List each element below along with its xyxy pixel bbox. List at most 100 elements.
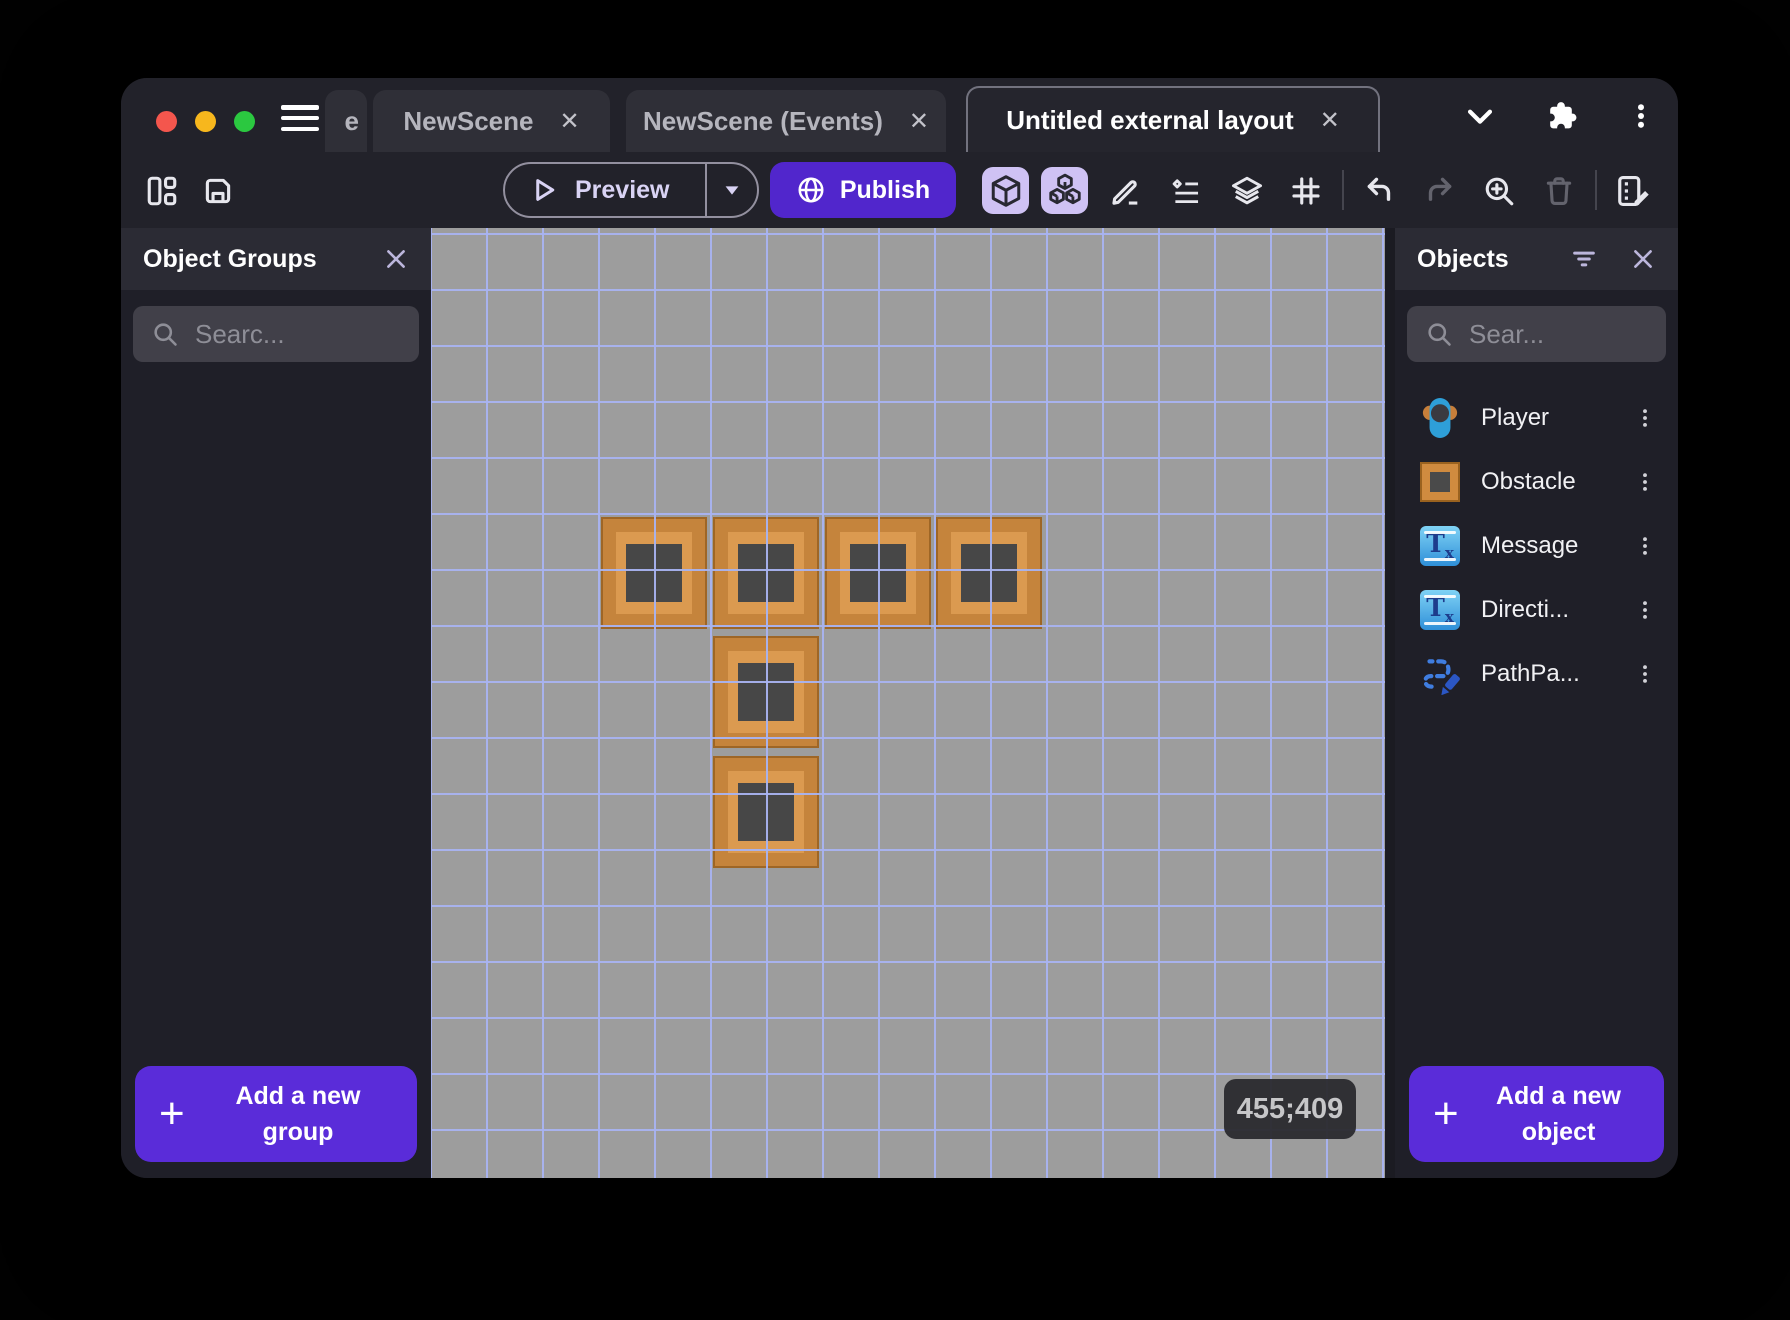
edit-events-icon[interactable] (1615, 172, 1653, 210)
trash-icon[interactable] (1540, 172, 1578, 210)
tab-newscene[interactable]: NewScene ✕ (373, 90, 610, 152)
content-area: Object Groups + Add a new group (121, 228, 1678, 1178)
obstacle-instance-core (850, 544, 906, 602)
objects-search[interactable] (1407, 306, 1666, 362)
objects-list: Player Obstacle Tx Message Tx Directi...… (1395, 362, 1678, 706)
obstacle-instance-body (951, 532, 1027, 614)
grid-icon[interactable] (1287, 172, 1325, 210)
close-panel-icon[interactable] (1630, 246, 1656, 272)
objects-search-input[interactable] (1469, 318, 1648, 350)
maximize-window-button[interactable] (234, 111, 255, 132)
player-sprite-icon (1417, 396, 1463, 440)
objects-title: Objects (1417, 244, 1509, 273)
text-object-icon: Tx (1417, 588, 1463, 632)
obstacle-instance-core (738, 783, 794, 841)
object-row-pathpaint[interactable]: PathPa... (1395, 642, 1678, 706)
add-group-button[interactable]: + Add a new group (135, 1066, 417, 1162)
main-menu-icon[interactable] (281, 105, 319, 131)
obstacle-instance-body (728, 771, 804, 853)
object-row-obstacle[interactable]: Obstacle (1395, 450, 1678, 514)
obstacle-instance-core (738, 663, 794, 721)
tab-close-icon[interactable]: ✕ (909, 107, 929, 136)
preview-dropdown-caret[interactable] (707, 179, 757, 201)
scene-canvas[interactable]: 455;409 (431, 228, 1385, 1178)
search-icon (154, 323, 177, 346)
layers-icon[interactable] (1228, 172, 1266, 210)
object-groups-title: Object Groups (143, 244, 317, 273)
object-groups-header: Object Groups (121, 228, 431, 290)
instances-mode-button[interactable] (1041, 167, 1088, 214)
objects-empty-area (1395, 706, 1678, 1066)
panels-layout-icon[interactable] (143, 172, 181, 210)
object-menu-icon[interactable] (1634, 535, 1656, 557)
obstacle-instance[interactable] (936, 517, 1042, 629)
object-groups-panel: Object Groups + Add a new group (121, 228, 431, 1178)
obstacle-instance[interactable] (713, 756, 819, 868)
minimize-window-button[interactable] (195, 111, 216, 132)
object-menu-icon[interactable] (1634, 599, 1656, 621)
tab-label: NewScene (403, 105, 534, 136)
object-menu-icon[interactable] (1634, 663, 1656, 685)
preview-button-main[interactable]: Preview (505, 175, 705, 205)
tab-close-icon[interactable]: ✕ (559, 107, 579, 136)
obstacle-instance-body (728, 651, 804, 733)
cube-icon (991, 174, 1020, 207)
toolbar: Preview Publish (121, 152, 1678, 228)
object-row-directions[interactable]: Tx Directi... (1395, 578, 1678, 642)
add-object-label: Add a new object (1495, 1081, 1621, 1146)
extensions-puzzle-icon[interactable] (1541, 96, 1581, 136)
toolbar-divider (1595, 170, 1597, 210)
close-panel-icon[interactable] (383, 246, 409, 272)
add-group-label: Add a new group (235, 1081, 361, 1146)
obstacle-instance-core (626, 544, 682, 602)
objects-list-icon[interactable] (1167, 172, 1205, 210)
obstacle-instance-body (616, 532, 692, 614)
undo-icon[interactable] (1361, 172, 1399, 210)
globe-icon (798, 177, 824, 203)
obstacle-instance[interactable] (713, 636, 819, 748)
tab-close-icon[interactable]: ✕ (1320, 106, 1340, 135)
publish-button[interactable]: Publish (770, 162, 956, 218)
edit-object-mode-button[interactable] (982, 167, 1029, 214)
preview-label: Preview (575, 175, 670, 204)
plus-icon: + (1433, 1089, 1459, 1138)
tab-untitled-external-layout[interactable]: Untitled external layout ✕ (966, 86, 1380, 152)
cursor-coordinates-badge: 455;409 (1224, 1079, 1356, 1139)
save-icon[interactable] (199, 172, 237, 210)
zoom-in-icon[interactable] (1480, 172, 1518, 210)
play-icon (536, 179, 555, 201)
tab-newscene-events[interactable]: NewScene (Events) ✕ (626, 90, 946, 152)
chevron-down-icon[interactable] (1460, 96, 1500, 136)
object-groups-search[interactable] (133, 306, 419, 362)
publish-label: Publish (839, 175, 931, 204)
object-menu-icon[interactable] (1634, 407, 1656, 429)
pencil-edit-icon[interactable] (1107, 172, 1145, 210)
tab-label: NewScene (Events) (643, 105, 883, 136)
object-menu-icon[interactable] (1634, 471, 1656, 493)
search-icon (1428, 323, 1451, 346)
text-object-icon: Tx (1417, 524, 1463, 568)
object-groups-search-input[interactable] (195, 318, 401, 350)
gdevelop-window: e NewScene ✕ NewScene (Events) ✕ Untitle… (121, 78, 1678, 1178)
obstacle-instance[interactable] (713, 517, 819, 629)
obstacle-instance-body (728, 532, 804, 614)
close-window-button[interactable] (156, 111, 177, 132)
redo-icon[interactable] (1420, 172, 1458, 210)
objects-header: Objects (1395, 228, 1678, 290)
plus-icon: + (159, 1089, 185, 1138)
screenshot-stage: e NewScene ✕ NewScene (Events) ✕ Untitle… (0, 0, 1790, 1320)
obstacle-instance[interactable] (825, 517, 931, 629)
obstacle-sprite-icon (1417, 460, 1463, 504)
more-options-icon[interactable] (1621, 96, 1661, 136)
tab-hidden-partial[interactable]: e (325, 90, 367, 152)
object-row-player[interactable]: Player (1395, 386, 1678, 450)
toolbar-divider (1342, 170, 1344, 210)
preview-button[interactable]: Preview (503, 162, 759, 218)
objects-panel: Objects Sear... Player Obstacle Tx Messa… (1395, 228, 1678, 1178)
tab-label: e (344, 105, 359, 136)
object-row-message[interactable]: Tx Message (1395, 514, 1678, 578)
add-object-button[interactable]: + Add a new object (1409, 1066, 1664, 1162)
obstacle-instance[interactable] (601, 517, 707, 629)
filter-icon[interactable] (1570, 245, 1598, 273)
tab-label: Untitled external layout (1006, 104, 1294, 135)
